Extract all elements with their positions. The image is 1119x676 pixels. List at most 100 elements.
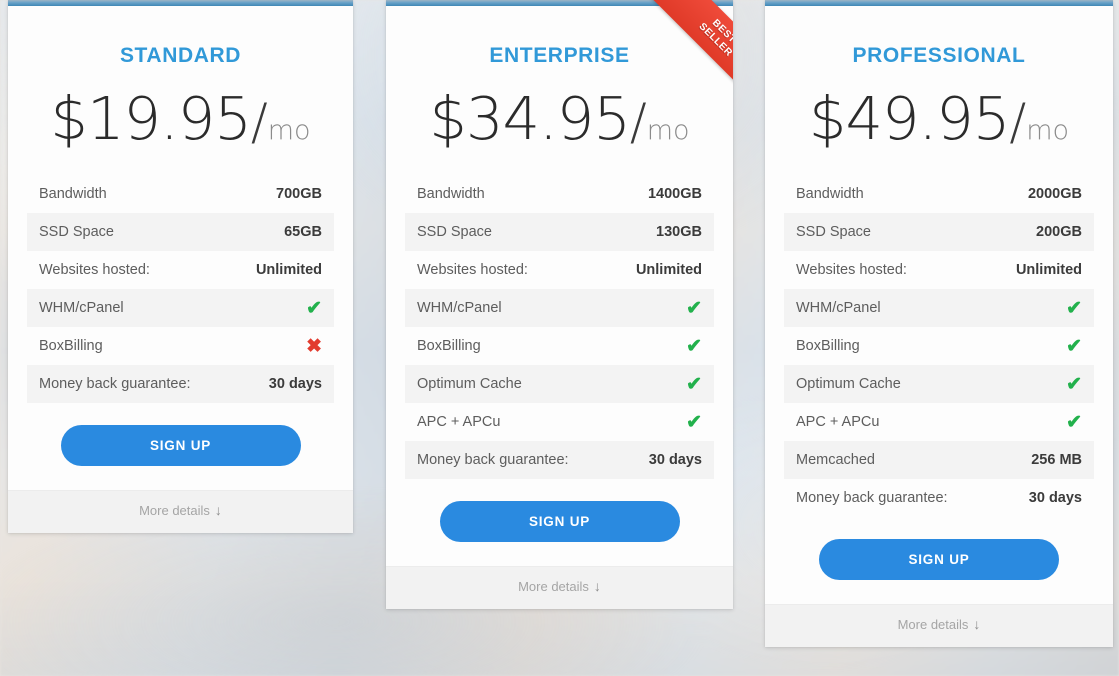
feature-label: SSD Space [417, 224, 492, 240]
feature-label: Money back guarantee: [796, 490, 948, 506]
price-slash: / [250, 93, 268, 151]
pricing-card-standard: STANDARD $19.95/mo Bandwidth 700GB SSD S… [8, 0, 353, 533]
plan-price: $19.95/mo [8, 84, 353, 153]
more-details-toggle[interactable]: More details ↓ [765, 604, 1113, 647]
arrow-down-icon: ↓ [214, 502, 222, 518]
feature-list: Bandwidth 2000GB SSD Space 200GB Website… [765, 175, 1113, 517]
plan-price: $34.95/mo [386, 84, 733, 153]
pricing-card-enterprise: BEST SELLER ENTERPRISE $34.95/mo Bandwid… [386, 0, 733, 609]
table-row: SSD Space 130GB [405, 213, 714, 251]
price-slash: / [1009, 93, 1027, 151]
feature-label: Bandwidth [796, 186, 864, 202]
price-period: mo [646, 115, 690, 146]
more-details-label: More details [518, 579, 589, 594]
feature-value: 130GB [656, 224, 702, 240]
feature-label: SSD Space [39, 224, 114, 240]
table-row: Optimum Cache ✔ [405, 365, 714, 403]
feature-value: Unlimited [255, 262, 322, 278]
signup-button[interactable]: SIGN UP [60, 425, 301, 466]
feature-label: Websites hosted: [796, 262, 907, 278]
table-row: BoxBilling ✖ [27, 327, 334, 365]
check-icon: ✔ [1066, 335, 1082, 357]
price-amount: 34.95 [465, 84, 631, 153]
card-header: PROFESSIONAL $49.95/mo [765, 6, 1113, 153]
pricing-card-professional: PROFESSIONAL $49.95/mo Bandwidth 2000GB … [765, 0, 1113, 647]
card-header: ENTERPRISE $34.95/mo [386, 6, 733, 153]
more-details-label: More details [897, 617, 969, 632]
table-row: Money back guarantee: 30 days [27, 365, 334, 403]
more-details-toggle[interactable]: More details ↓ [386, 566, 733, 609]
check-icon: ✔ [1066, 373, 1082, 395]
signup-area: SIGN UP [765, 517, 1113, 604]
feature-value: 30 days [268, 376, 322, 392]
feature-label: WHM/cPanel [796, 300, 881, 316]
table-row: BoxBilling ✔ [405, 327, 714, 365]
feature-label: WHM/cPanel [39, 300, 124, 316]
feature-label: Optimum Cache [796, 376, 901, 392]
signup-area: SIGN UP [386, 479, 733, 566]
more-details-label: More details [139, 503, 210, 518]
price-amount: 19.95 [86, 84, 252, 153]
table-row: Bandwidth 1400GB [405, 175, 714, 213]
table-row: Optimum Cache ✔ [784, 365, 1094, 403]
table-row: Bandwidth 700GB [27, 175, 334, 213]
feature-value: Unlimited [1015, 262, 1082, 278]
feature-label: SSD Space [796, 224, 871, 240]
feature-value: 65GB [284, 224, 322, 240]
check-icon: ✔ [1066, 411, 1082, 433]
card-header: STANDARD $19.95/mo [8, 6, 353, 153]
more-details-toggle[interactable]: More details ↓ [8, 490, 353, 533]
table-row: Bandwidth 2000GB [784, 175, 1094, 213]
feature-label: Bandwidth [417, 186, 485, 202]
feature-list: Bandwidth 1400GB SSD Space 130GB Website… [386, 175, 733, 479]
check-icon: ✔ [686, 335, 702, 357]
price-slash: / [629, 93, 647, 151]
signup-button[interactable]: SIGN UP [819, 539, 1059, 580]
table-row: BoxBilling ✔ [784, 327, 1094, 365]
feature-label: APC + APCu [796, 414, 880, 430]
signup-area: SIGN UP [8, 403, 353, 490]
price-period: mo [1026, 115, 1070, 146]
table-row: SSD Space 200GB [784, 213, 1094, 251]
feature-list: Bandwidth 700GB SSD Space 65GB Websites … [8, 175, 353, 403]
check-icon: ✔ [306, 297, 322, 319]
table-row: APC + APCu ✔ [784, 403, 1094, 441]
table-row: Memcached 256 MB [784, 441, 1094, 479]
price-amount: 49.95 [845, 84, 1010, 153]
signup-button[interactable]: SIGN UP [439, 501, 680, 542]
plan-title: ENTERPRISE [489, 44, 630, 67]
table-row: SSD Space 65GB [27, 213, 334, 251]
cross-icon: ✖ [306, 335, 322, 357]
price-period: mo [267, 115, 311, 146]
table-row: Websites hosted: Unlimited [27, 251, 334, 289]
feature-label: BoxBilling [796, 338, 860, 354]
feature-value: 256 MB [1031, 452, 1082, 468]
plan-title: STANDARD [119, 44, 242, 67]
table-row: WHM/cPanel ✔ [784, 289, 1094, 327]
table-row: WHM/cPanel ✔ [405, 289, 714, 327]
check-icon: ✔ [1066, 297, 1082, 319]
feature-label: Websites hosted: [39, 262, 150, 278]
pricing-page: STANDARD $19.95/mo Bandwidth 700GB SSD S… [0, 0, 1119, 676]
price-currency: $ [808, 84, 847, 153]
price-currency: $ [429, 84, 467, 153]
feature-value: 30 days [1028, 490, 1082, 506]
feature-label: APC + APCu [417, 414, 501, 430]
feature-label: WHM/cPanel [417, 300, 502, 316]
plan-title: PROFESSIONAL [852, 44, 1026, 67]
feature-label: Money back guarantee: [39, 376, 191, 392]
table-row: APC + APCu ✔ [405, 403, 714, 441]
feature-label: Memcached [796, 452, 875, 468]
feature-label: BoxBilling [39, 338, 103, 354]
feature-label: Money back guarantee: [417, 452, 569, 468]
price-currency: $ [50, 84, 88, 153]
arrow-down-icon: ↓ [593, 578, 601, 594]
feature-value: 2000GB [1027, 186, 1082, 202]
table-row: Websites hosted: Unlimited [405, 251, 714, 289]
check-icon: ✔ [686, 373, 702, 395]
table-row: Money back guarantee: 30 days [405, 441, 714, 479]
feature-label: Websites hosted: [417, 262, 528, 278]
table-row: Websites hosted: Unlimited [784, 251, 1094, 289]
feature-label: BoxBilling [417, 338, 481, 354]
arrow-down-icon: ↓ [973, 616, 981, 632]
